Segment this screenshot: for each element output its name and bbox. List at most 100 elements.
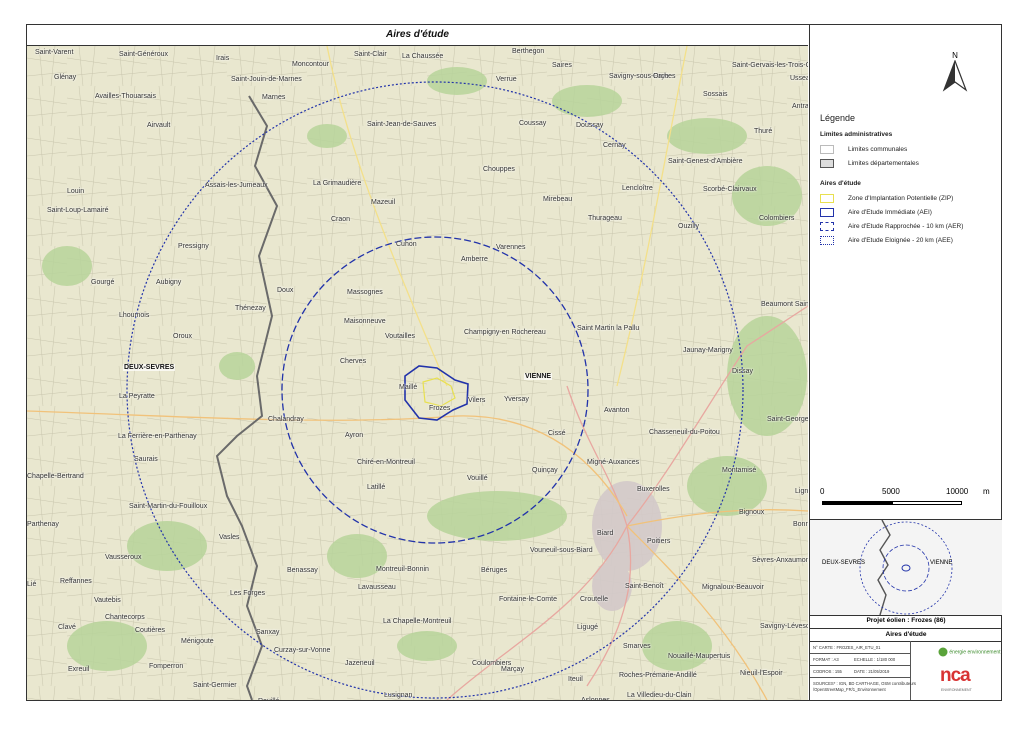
place-label: Pressigny (178, 243, 209, 250)
legend-item-label: Limites communales (848, 145, 908, 153)
info-codros: CODROS : 155 (813, 669, 842, 674)
place-label: Sanxay (256, 629, 280, 636)
place-label: Avanton (604, 407, 630, 414)
place-label: Rouillé (258, 698, 279, 700)
map-subtitle: Aires d'étude (810, 628, 1002, 642)
place-label: Sossais (703, 91, 728, 98)
place-label: Verrue (496, 76, 517, 83)
place-label: Roches-Prémarie-Andillé (619, 672, 697, 679)
place-label: Clavé (58, 624, 76, 631)
place-label: La Chaussée (402, 53, 444, 60)
aee-swatch (820, 235, 834, 245)
info-block: N° CARTE : FROZES_AIR_ETU_01 FORMAT : A3… (810, 641, 1002, 700)
place-label: Saint-Varent (35, 49, 74, 56)
place-label: Craon (331, 216, 351, 223)
place-label: Montamisé (722, 467, 757, 474)
place-label: Croutelle (580, 596, 609, 603)
place-label: Lusignan (384, 692, 413, 699)
place-label: Maillé (399, 384, 418, 391)
place-label: Lencloître (622, 185, 653, 192)
place-label: Aubigny (156, 279, 182, 286)
place-label: Mirebeau (543, 196, 573, 203)
map-title: Aires d'étude (27, 25, 808, 46)
map-canvas[interactable]: Saint-Varent Saint-Généroux Irais Saint-Cla… (27, 46, 808, 700)
place-label: Voutailles (385, 333, 415, 340)
place-label: Gourgé (91, 279, 115, 286)
place-label: Chapelle-Bertrand (27, 473, 84, 480)
info-sources: SOURCES* : IGN, BD CARTHAGE, OSM contrib… (813, 681, 917, 686)
place-label: Saint-Clair (354, 51, 387, 58)
place-label: Amberre (461, 256, 488, 263)
nca-logo-subtitle: ENVIRONNEMENT (941, 688, 972, 692)
place-label: Ussea (790, 75, 808, 82)
place-label: Varennes (496, 244, 526, 251)
communal-swatch (820, 144, 834, 154)
place-label: Frozes (429, 405, 451, 412)
place-label: Moncontour (292, 61, 329, 68)
place-label: Ayron (345, 432, 364, 439)
info-carte: N° CARTE : FROZES_AIR_ETU_01 (813, 645, 881, 650)
place-label: Oroux (173, 333, 193, 340)
place-label: Massognes (347, 289, 383, 296)
energie-environnement-logo: énergie environnement (938, 647, 1001, 657)
place-label: Benassay (287, 567, 318, 574)
place-label: Vilers (468, 397, 486, 404)
place-label: Mazeuil (371, 199, 396, 206)
place-label: Glénay (54, 74, 77, 81)
place-label: Irais (216, 55, 230, 62)
place-label: Thurageau (588, 215, 622, 222)
scale-label-0: 0 (820, 487, 825, 496)
legend-item-label: Zone d'Implantation Potentielle (ZIP) (848, 194, 954, 202)
map-sheet: Aires d'étude Saint-Varent Saint-Générou… (26, 24, 1002, 701)
legend-item-zip: Zone d'Implantation Potentielle (ZIP) (820, 191, 998, 205)
place-label: Chalandray (268, 416, 304, 423)
info-sources-2: /OpenStreetMap_FR/1_Environnement (813, 687, 886, 692)
inset-map (810, 520, 1002, 615)
legend-zones-title: Aires d'étude (820, 180, 861, 187)
aer-swatch (820, 221, 834, 231)
inset-label-vienne: VIENNE (930, 560, 953, 566)
place-label: Maisonneuve (344, 318, 386, 325)
place-label: Saint-Georges-lès-Baillargeaux (767, 416, 808, 423)
place-label: Doussay (576, 122, 604, 129)
info-format: FORMAT : A3 (813, 657, 839, 662)
legend-item-label: Aire d'Etude Rapprochée - 10 km (AER) (848, 222, 964, 230)
legend-item-communal: Limites communales (820, 142, 998, 156)
place-label: Dissay (732, 368, 754, 375)
locator-inset: DEUX-SEVRES VIENNE (810, 519, 1002, 616)
legend-admin-title: Limites administratives (820, 131, 893, 138)
place-label: La Grimaudière (313, 180, 362, 187)
place-label: Antran (792, 103, 808, 110)
place-label: Bignoux (739, 509, 765, 516)
place-label: Buxerolles (637, 486, 670, 493)
place-label: Cissé (548, 430, 566, 437)
place-label: Les Forges (230, 590, 266, 597)
place-label: Saint Martin la Pallu (577, 325, 640, 332)
legend-item-label: Limites départementales (848, 159, 919, 167)
place-label: Saint-Jouin-de-Marnes (231, 76, 302, 83)
place-label: Lié (27, 581, 37, 588)
departmental-swatch (820, 158, 834, 168)
place-label: Jazeneuil (345, 660, 375, 667)
scale-unit: m (983, 487, 990, 496)
info-date: DATE : 21/05/2019 (854, 669, 890, 674)
place-label: Vautebis (94, 597, 121, 604)
place-label: Chantecorps (105, 614, 145, 621)
place-label: Béruges (481, 567, 508, 574)
legend-item-label: Aire d'Etude Immédiate (AEI) (848, 208, 932, 216)
place-label: Savigny-Lévescault (760, 623, 808, 630)
place-label: La Chapelle-Montreuil (383, 618, 452, 625)
legend-item-aee: Aire d'Etude Eloignée - 20 km (AEE) (820, 233, 998, 247)
place-label: Saint-Martin-du-Fouilloux (129, 503, 208, 510)
place-label: Saint-Genest-d'Ambière (668, 158, 743, 165)
place-label: Louin (67, 188, 85, 195)
scale-label-5000: 5000 (882, 487, 900, 496)
place-label: Scorbé-Clairvaux (703, 186, 757, 193)
leaf-icon (938, 647, 948, 657)
place-label: Airvault (147, 122, 171, 129)
place-label: Exreuil (68, 666, 90, 673)
place-label: Saint-Germier (193, 682, 237, 689)
place-label: Cernay (603, 142, 626, 149)
place-label: La Peyratte (119, 393, 155, 400)
place-label: Doux (277, 287, 294, 294)
